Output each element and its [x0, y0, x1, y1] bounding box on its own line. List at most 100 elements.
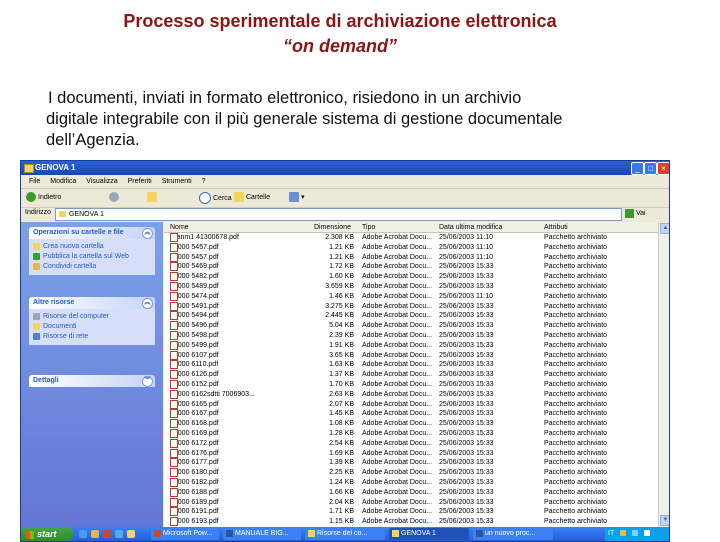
table-row[interactable]: 41000 6167.pdf 1.45 KB Adobe Acrobat Docu.… — [164, 409, 658, 419]
table-row[interactable]: 41000 6172.pdf 2.54 KB Adobe Acrobat Docu.… — [164, 438, 658, 449]
table-row[interactable]: 41000 5491.pdf 3.275 KB Adobe Acrobat Docu… — [164, 301, 658, 312]
views-button[interactable]: ▾ — [289, 192, 305, 204]
scroll-down-icon[interactable]: ▼ — [660, 515, 669, 526]
task-group-header[interactable]: Operazioni su cartelle e file ︽ — [29, 227, 155, 239]
menu-help[interactable]: ? — [202, 176, 206, 187]
quicklaunch-icon[interactable] — [91, 530, 99, 538]
go-button[interactable]: Vai — [625, 208, 646, 219]
back-arrow-icon — [26, 192, 36, 203]
task-link[interactable]: Pubblica la cartella sul Web — [33, 252, 151, 262]
file-name: 41000 5489.pdf — [170, 282, 288, 292]
file-name-text: Atanm1 41300678.pdf — [170, 234, 239, 241]
table-row[interactable]: 41000 5494.pdf 2.445 KB Adobe Acrobat Docu… — [164, 311, 658, 321]
table-row[interactable]: 41000 6189.pdf 2.04 KB Adobe Acrobat Docu.… — [164, 497, 658, 508]
menu-favorites[interactable]: Preferiti — [128, 176, 152, 187]
scroll-up-icon[interactable]: ▲ — [660, 223, 669, 234]
language-indicator[interactable]: IT — [608, 530, 614, 537]
close-button[interactable]: × — [657, 162, 669, 175]
column-attributes[interactable]: Attributi — [544, 223, 568, 232]
table-row[interactable]: 41000 6152.pdf 1.70 KB Adobe Acrobat Docu.… — [164, 380, 658, 390]
table-row[interactable]: 41000 5457.pdf 1.21 KB Adobe Acrobat Docu.… — [164, 252, 658, 263]
quicklaunch-icon[interactable] — [103, 530, 111, 538]
table-row[interactable]: 41000 6107.pdf 3.65 KB Adobe Acrobat Docu.… — [164, 350, 658, 361]
up-button[interactable] — [147, 192, 159, 204]
pdf-file-icon — [170, 233, 178, 242]
back-button[interactable]: Indietro — [26, 192, 61, 204]
file-type: Adobe Acrobat Docu... — [362, 469, 432, 477]
task-link[interactable]: Risorse di rete — [33, 332, 151, 342]
table-row[interactable]: 41000 6168.pdf 1.08 KB Adobe Acrobat Docu.… — [164, 419, 658, 429]
table-row[interactable]: 41000 6188.pdf 1.66 KB Adobe Acrobat Docu.… — [164, 487, 658, 498]
task-link[interactable]: Documenti — [33, 322, 151, 332]
taskbar-item[interactable]: Risorse del co... — [305, 528, 385, 540]
column-name[interactable]: Nome — [170, 223, 189, 232]
table-row[interactable]: 41000 6176.pdf 1.69 KB Adobe Acrobat Docu.… — [164, 448, 658, 459]
file-type: Adobe Acrobat Docu... — [362, 351, 432, 359]
table-row[interactable]: 41000 5474.pdf 1.46 KB Adobe Acrobat Docu.… — [164, 291, 658, 302]
menu-view[interactable]: Visualizza — [86, 176, 117, 187]
quicklaunch-icon[interactable] — [79, 530, 87, 538]
table-row[interactable]: 41000 6193.pdf 1.15 KB Adobe Acrobat Docu.… — [164, 517, 658, 527]
table-row[interactable]: 41000 6162sdtti 7006903... 2.63 KB Adobe A… — [164, 389, 658, 400]
menu-tools[interactable]: Strumenti — [162, 176, 192, 187]
table-row[interactable]: 41000 5457.pdf 1.21 KB Adobe Acrobat Docu.… — [164, 242, 658, 253]
collapse-icon[interactable]: ︽ — [142, 298, 153, 309]
collapse-icon[interactable]: ︽ — [142, 228, 153, 239]
search-button[interactable]: Cerca — [199, 192, 232, 204]
task-link[interactable]: Crea nuova cartella — [33, 242, 151, 252]
pdf-file-icon — [170, 291, 178, 301]
table-row[interactable]: 41000 5499.pdf 1.91 KB Adobe Acrobat Docu.… — [164, 340, 658, 351]
menu-file[interactable]: File — [29, 176, 40, 187]
file-list: Nome Dimensione Tipo Data ultima modific… — [164, 222, 658, 527]
expand-icon[interactable]: ︾ — [142, 376, 153, 387]
table-row[interactable]: 41000 5498.pdf 2.39 KB Adobe Acrobat Docu.… — [164, 331, 658, 341]
start-button[interactable]: start — [21, 527, 73, 541]
table-row[interactable]: 41000 6177.pdf 1.39 KB Adobe Acrobat Docu.… — [164, 458, 658, 468]
address-value: GENOVA 1 — [69, 211, 104, 218]
task-link[interactable]: Risorse del computer — [33, 312, 151, 322]
table-row[interactable]: 41000 6191.pdf 1.71 KB Adobe Acrobat Docu.… — [164, 507, 658, 517]
table-row[interactable]: 41000 6110.pdf 1.63 KB Adobe Acrobat Docu.… — [164, 360, 658, 370]
address-input[interactable]: GENOVA 1 — [55, 208, 622, 221]
table-row[interactable]: 41000 6180.pdf 2.25 KB Adobe Acrobat Docu.… — [164, 468, 658, 478]
file-attributes: Pacchetto archiviato — [544, 243, 608, 251]
tray-icon[interactable] — [643, 530, 650, 537]
folders-button[interactable]: Cartelle — [234, 192, 270, 204]
table-row[interactable]: 41000 6169.pdf 1.28 KB Adobe Acrobat Docu.… — [164, 429, 658, 439]
table-row[interactable]: 41000 6182.pdf 1.24 KB Adobe Acrobat Docu.… — [164, 478, 658, 488]
taskbar-item[interactable]: MANUALE BIG... — [223, 528, 301, 540]
table-row[interactable]: 41000 6126.pdf 1.37 KB Adobe Acrobat Docu.… — [164, 370, 658, 380]
quicklaunch-icon[interactable] — [115, 530, 123, 538]
system-tray: IT — [605, 527, 669, 541]
task-group-header[interactable]: Altre risorse ︽ — [29, 297, 155, 309]
quicklaunch-icon[interactable] — [127, 530, 135, 538]
task-link[interactable]: Condividi cartella — [33, 262, 151, 272]
taskbar-item-active[interactable]: GENOVA 1 — [389, 528, 469, 540]
table-row[interactable]: 41000 5482.pdf 1.60 KB Adobe Acrobat Docu.… — [164, 272, 658, 282]
powerpoint-icon — [154, 530, 161, 537]
pdf-file-icon — [170, 340, 178, 350]
minimize-button[interactable]: _ — [631, 162, 644, 175]
file-size: 3.659 KB — [325, 283, 354, 290]
maximize-button[interactable]: □ — [644, 162, 657, 175]
table-row[interactable]: 41000 6165.pdf 2.07 KB Adobe Acrobat Docu.… — [164, 399, 658, 410]
table-row[interactable]: 41000 5469.pdf 1.72 KB Adobe Acrobat Docu.… — [164, 262, 658, 272]
tray-icon[interactable] — [620, 530, 627, 537]
taskbar-item[interactable]: Microsoft Pow... — [151, 528, 219, 540]
column-type[interactable]: Tipo — [362, 223, 375, 232]
window-titlebar[interactable]: GENOVA 1 _ □ × — [21, 161, 669, 175]
table-row[interactable]: 41000 5489.pdf 3.659 KB Adobe Acrobat Docu… — [164, 282, 658, 292]
file-attributes: Pacchetto archiviato — [544, 351, 608, 359]
tray-icon[interactable] — [632, 530, 639, 537]
share-icon — [33, 262, 40, 270]
column-size[interactable]: Dimensione — [314, 223, 351, 232]
task-group-header[interactable]: Dettagli ︾ — [29, 375, 155, 387]
file-name: 41000 6152.pdf — [170, 380, 288, 390]
table-row[interactable]: Atanm1 41300678.pdf 2.308 KB Adobe Acrobat… — [164, 233, 658, 243]
menu-edit[interactable]: Modifica — [50, 176, 76, 187]
table-row[interactable]: 41000 5496.pdf 5.04 KB Adobe Acrobat Docu.… — [164, 321, 658, 331]
taskbar-item[interactable]: un nuovo proc... — [473, 528, 553, 540]
vertical-scrollbar[interactable]: ▲ ▼ — [658, 222, 669, 527]
column-date[interactable]: Data ultima modifica — [439, 223, 502, 232]
forward-button[interactable] — [109, 192, 121, 204]
